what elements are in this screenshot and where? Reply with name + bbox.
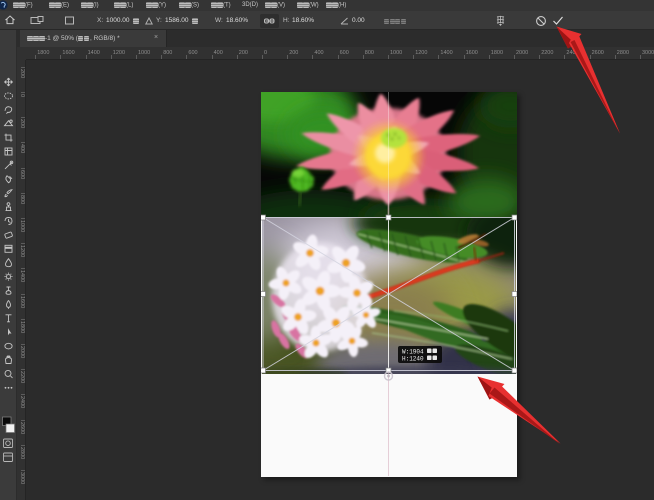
svg-text:W:1904: W:1904: [402, 349, 424, 356]
svg-text:H:1240: H:1240: [402, 356, 424, 363]
